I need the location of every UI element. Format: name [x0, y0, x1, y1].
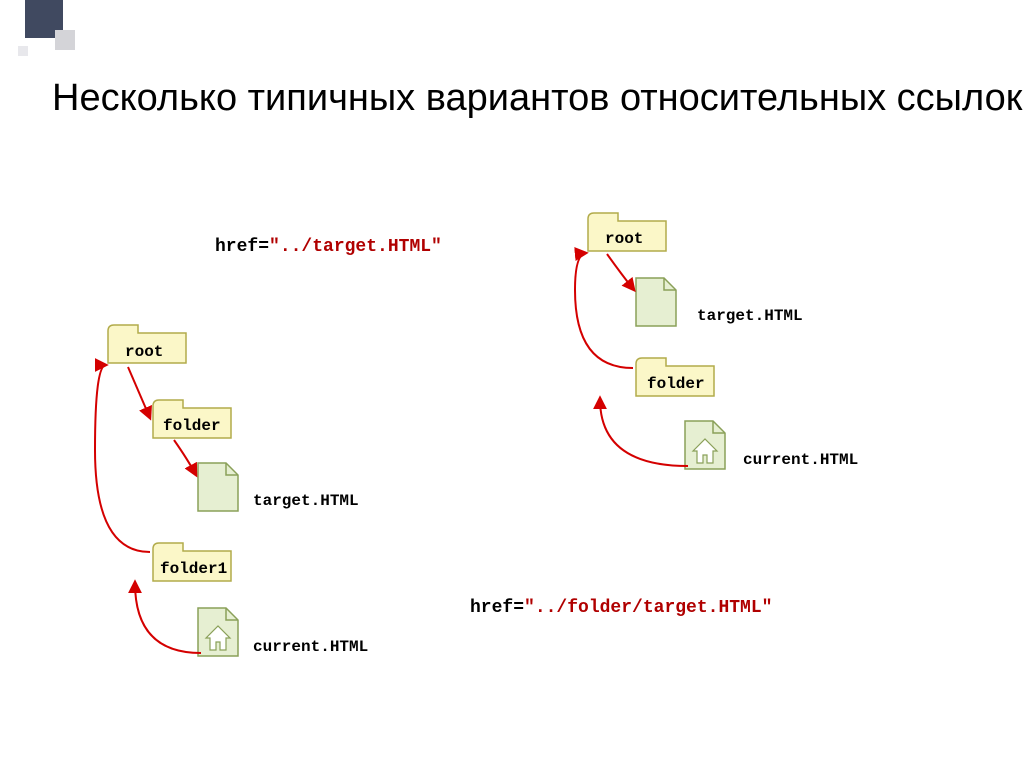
- root-label: root: [605, 230, 643, 248]
- root-label: root: [125, 343, 163, 361]
- file-icon: [636, 278, 676, 326]
- target-label: target.HTML: [697, 307, 803, 325]
- href-prefix: href=: [470, 598, 524, 618]
- folder-label: folder: [647, 375, 705, 393]
- folder-label: folder: [163, 417, 221, 435]
- current-label: current.HTML: [743, 451, 858, 469]
- folder1-label: folder1: [160, 560, 227, 578]
- href-label-left: href="../target.HTML": [215, 237, 442, 257]
- href-label-right: href="../folder/target.HTML": [470, 598, 772, 618]
- href-path: "../folder/target.HTML": [524, 598, 772, 618]
- href-path: "../target.HTML": [269, 237, 442, 257]
- target-label: target.HTML: [253, 492, 359, 510]
- home-file-icon: [685, 421, 725, 469]
- href-prefix: href=: [215, 237, 269, 257]
- current-label: current.HTML: [253, 638, 368, 656]
- home-file-icon: [198, 608, 238, 656]
- slide-title: Несколько типичных вариантов относительн…: [52, 75, 1022, 123]
- file-icon: [198, 463, 238, 511]
